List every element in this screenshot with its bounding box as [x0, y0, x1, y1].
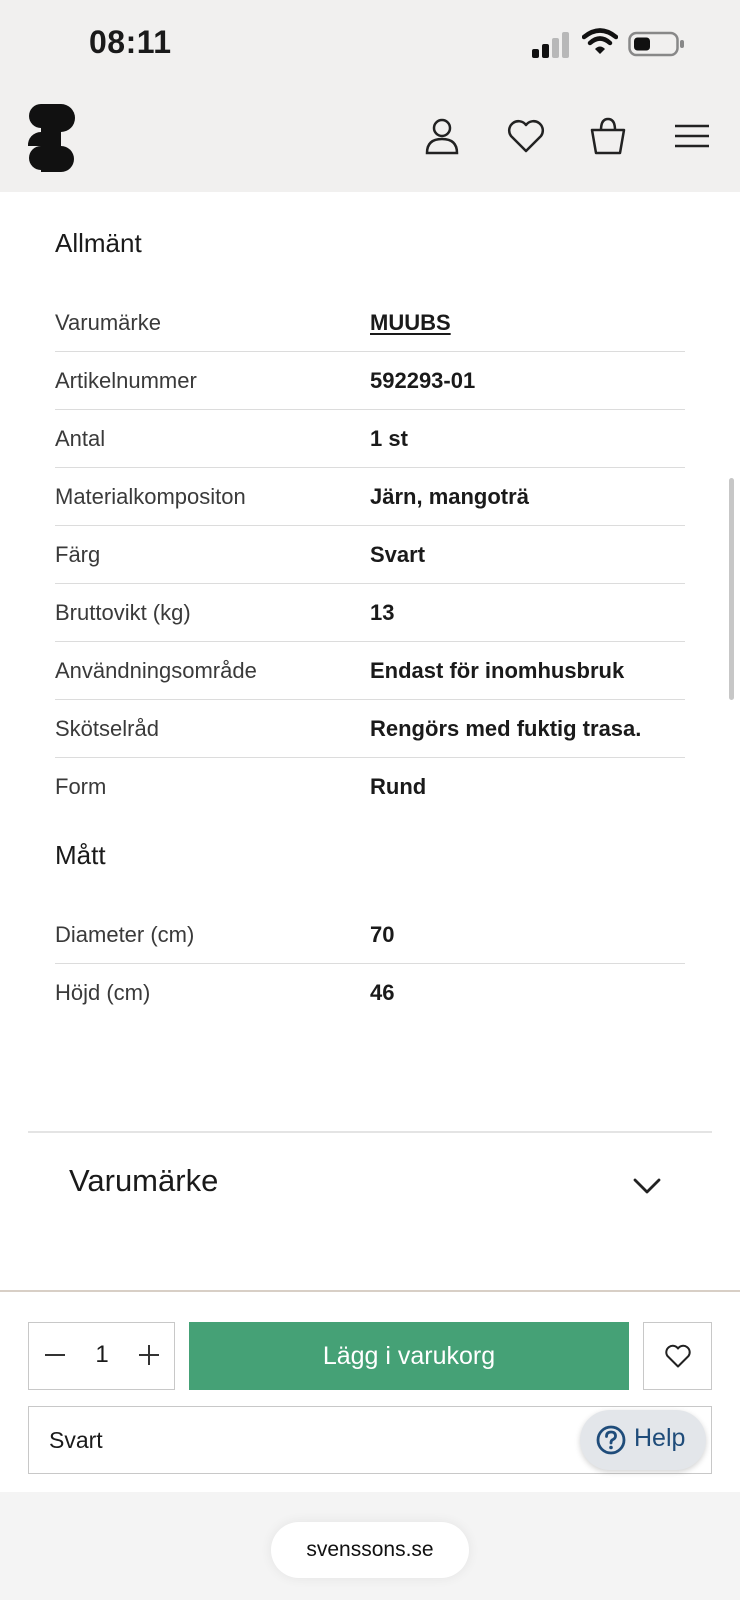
spec-label: Användningsområde: [55, 658, 257, 683]
scrollbar[interactable]: [729, 478, 734, 700]
spec-value: Endast för inomhusbruk: [370, 658, 625, 683]
spec-value: Svart: [370, 542, 426, 567]
minus-icon[interactable]: [37, 1337, 73, 1373]
spec-label: Diameter (cm): [55, 922, 195, 947]
spec-row: Diameter (cm) 70: [55, 906, 685, 964]
spec-value: 1 st: [370, 426, 408, 451]
sticky-cart-bar: 1 Lägg i varukorg Svart Help svenssons.s…: [0, 1290, 740, 1600]
heart-icon: [665, 1344, 691, 1368]
wishlist-button[interactable]: [643, 1322, 712, 1390]
spec-label: Skötselråd: [55, 716, 159, 741]
quantity-stepper: 1: [28, 1322, 175, 1390]
spec-row: Form Rund: [55, 758, 685, 816]
spec-label: Form: [55, 774, 107, 799]
question-circle-icon: [596, 1425, 626, 1455]
site-header: [0, 88, 740, 192]
user-icon[interactable]: [422, 116, 462, 156]
spec-value: 13: [370, 600, 395, 625]
help-label: Help: [634, 1424, 686, 1452]
spec-value: 592293-01: [370, 368, 476, 393]
spec-row: Höjd (cm) 46: [55, 964, 685, 1022]
general-section-title: Allmänt: [55, 228, 142, 258]
spec-value: Rengörs med fuktig trasa.: [370, 716, 642, 741]
spec-value: Rund: [370, 774, 427, 799]
spec-label: Antal: [55, 426, 106, 451]
logo-icon[interactable]: [26, 102, 76, 172]
help-button[interactable]: Help: [580, 1410, 706, 1470]
url-bar[interactable]: svenssons.se: [271, 1522, 469, 1578]
heart-icon[interactable]: [506, 116, 546, 156]
spec-value: 46: [370, 980, 395, 1005]
spec-label: Artikelnummer: [55, 368, 197, 393]
battery-icon: [628, 31, 684, 57]
spec-label: Höjd (cm): [55, 980, 151, 1005]
spec-label: Materialkompositon: [55, 484, 246, 509]
spec-row: Materialkompositon Järn, mangoträ: [55, 468, 685, 526]
spec-row: Varumärke MUUBS: [55, 294, 685, 352]
add-to-cart-button[interactable]: Lägg i varukorg: [189, 1322, 629, 1390]
wifi-icon: [582, 28, 618, 54]
spec-row: Användningsområde Endast för inomhusbruk: [55, 642, 685, 700]
spec-row: Antal 1 st: [55, 410, 685, 468]
spec-label: Färg: [55, 542, 101, 567]
accordion-title: Varumärke: [69, 1163, 219, 1198]
shopping-bag-icon[interactable]: [588, 116, 628, 156]
spec-label: Varumärke: [55, 310, 161, 335]
status-bar: 08:11: [0, 0, 740, 88]
spec-row: Artikelnummer 592293-01: [55, 352, 685, 410]
plus-icon[interactable]: [131, 1337, 167, 1373]
chevron-down-icon: [633, 1178, 661, 1194]
spec-row: Skötselråd Rengörs med fuktig trasa.: [55, 700, 685, 758]
signal-icon: [532, 32, 569, 58]
brand-accordion[interactable]: Varumärke: [28, 1133, 712, 1261]
status-time: 08:11: [89, 24, 172, 60]
spec-value: Järn, mangoträ: [370, 484, 529, 509]
spec-label: Bruttovikt (kg): [55, 600, 191, 625]
spec-row: Bruttovikt (kg) 13: [55, 584, 685, 642]
dimensions-section-title: Mått: [55, 840, 106, 870]
brand-link[interactable]: MUUBS: [370, 310, 451, 336]
spec-row: Färg Svart: [55, 526, 685, 584]
quantity-value[interactable]: 1: [85, 1341, 119, 1369]
spec-value: 70: [370, 922, 395, 947]
menu-icon[interactable]: [672, 116, 712, 156]
variant-value: Svart: [49, 1427, 103, 1453]
